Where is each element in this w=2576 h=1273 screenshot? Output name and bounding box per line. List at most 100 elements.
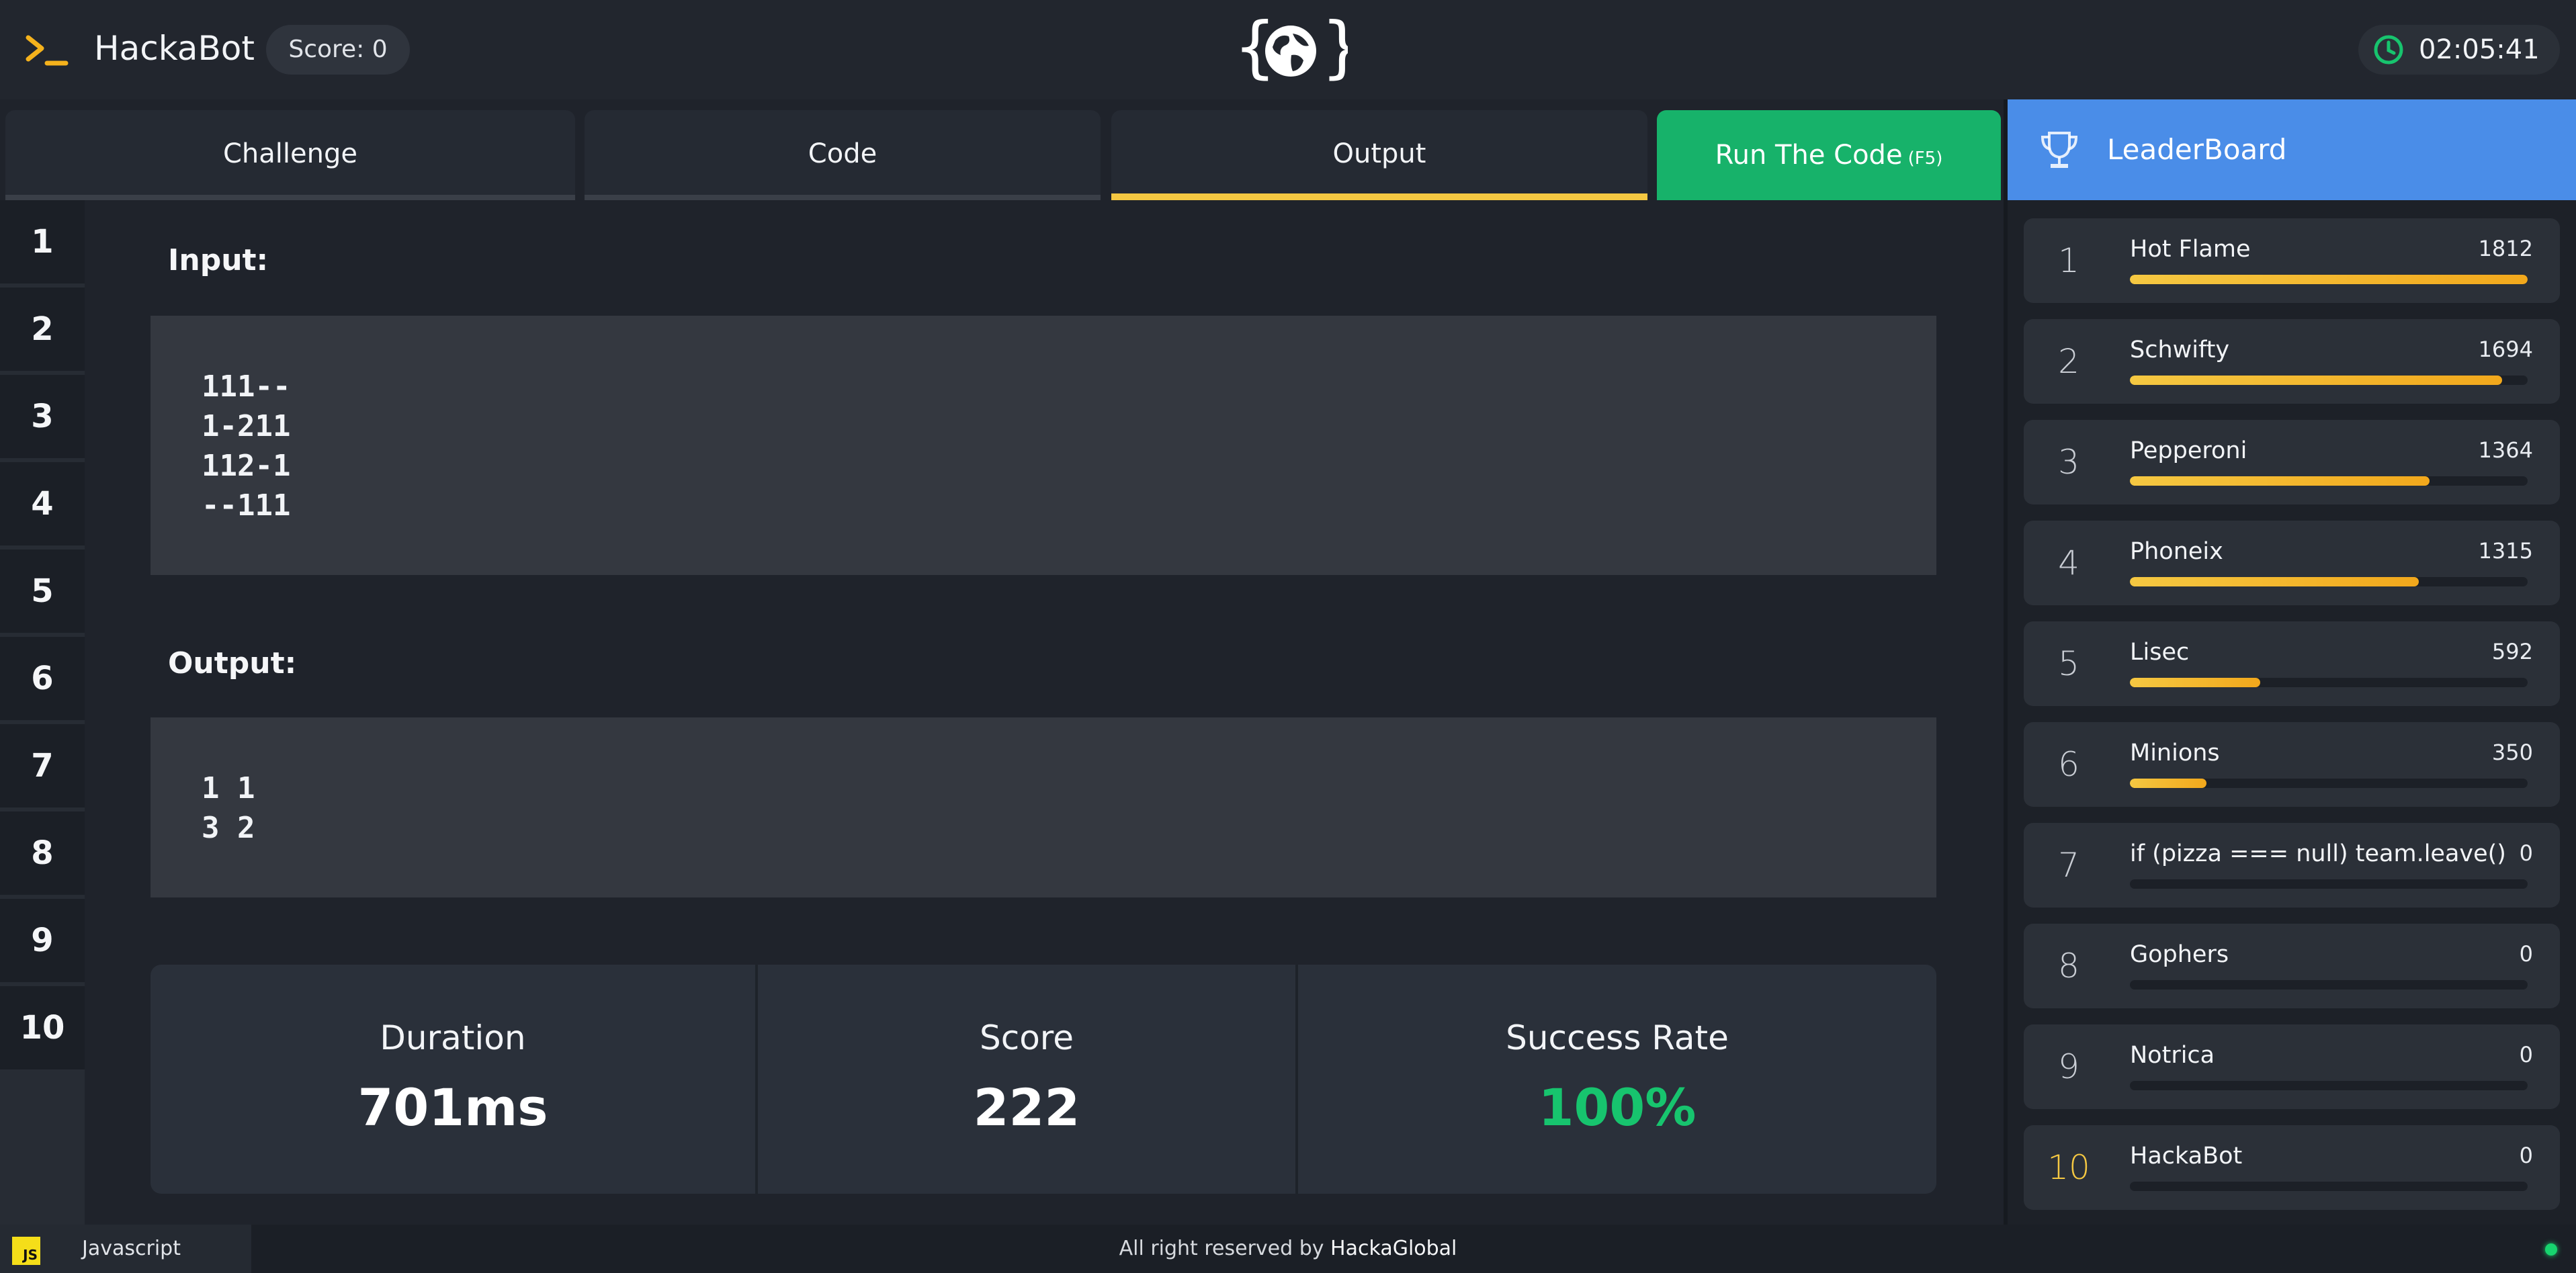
input-line: 1-211 <box>202 409 291 443</box>
input-line: 111-- <box>202 369 291 404</box>
leaderboard-progress-fill <box>2130 678 2260 687</box>
trophy-icon <box>2041 132 2078 168</box>
rail-item[interactable]: 2 <box>0 288 85 371</box>
leaderboard-row: 2 Schwifty 1694 <box>2024 319 2560 404</box>
top-bar: HackaBot Score: 0 { } 02:05:41 <box>0 0 2576 99</box>
leaderboard-header: LeaderBoard <box>2008 99 2576 200</box>
leaderboard-progress-bar <box>2130 980 2528 990</box>
leaderboard-progress-fill <box>2130 376 2502 385</box>
run-code-label: Run The Code <box>1715 140 1903 171</box>
leaderboard-score: 350 <box>2491 740 2533 765</box>
leaderboard-progress-fill <box>2130 577 2419 586</box>
run-code-button[interactable]: Run The Code (F5) <box>1657 110 2001 200</box>
tab-challenge[interactable]: Challenge <box>5 110 575 200</box>
leaderboard-progress-fill <box>2130 476 2430 486</box>
leaderboard-progress-bar <box>2130 476 2528 486</box>
timer: 02:05:41 <box>2358 25 2560 75</box>
leaderboard-row: 6 Minions 350 <box>2024 722 2560 807</box>
leaderboard-score: 1364 <box>2478 437 2533 463</box>
app-name: HackaBot <box>94 29 255 68</box>
leaderboard-rank: 10 <box>2047 1148 2090 1187</box>
leaderboard-score: 0 <box>2519 941 2533 967</box>
leaderboard-progress-bar <box>2130 678 2528 687</box>
leaderboard-team-name: HackaBot <box>2130 1143 2243 1170</box>
success-rate-value: 100% <box>1538 1078 1697 1137</box>
input-line: --111 <box>202 488 291 523</box>
leaderboard-rank: 3 <box>2058 443 2079 482</box>
leaderboard-rank: 2 <box>2058 342 2079 381</box>
run-code-shortcut: (F5) <box>1907 148 1943 169</box>
svg-text:}: } <box>1321 13 1348 86</box>
output-line: 1 1 <box>202 771 255 805</box>
success-rate-label: Success Rate <box>1506 1018 1729 1057</box>
leaderboard-team-name: Phoneix <box>2130 538 2223 565</box>
rail-item[interactable]: 1 <box>0 200 85 283</box>
rail-item[interactable]: 8 <box>0 811 85 895</box>
timer-value: 02:05:41 <box>2419 34 2540 65</box>
rail-item[interactable]: 3 <box>0 375 85 458</box>
duration-label: Duration <box>380 1018 526 1057</box>
leaderboard-row: 1 Hot Flame 1812 <box>2024 218 2560 303</box>
rail-item[interactable]: 10 <box>0 986 85 1069</box>
leaderboard-row: 3 Pepperoni 1364 <box>2024 420 2560 504</box>
leaderboard-progress-bar <box>2130 1081 2528 1090</box>
rail-item[interactable]: 5 <box>0 550 85 633</box>
leaderboard-rank: 1 <box>2058 241 2079 280</box>
duration-stat: Duration 701ms <box>151 965 755 1194</box>
copyright-prefix: All right reserved by <box>1119 1237 1331 1260</box>
clock-icon <box>2374 35 2403 64</box>
leaderboard-team-name: if (pizza === null) team.leave() <box>2130 840 2506 867</box>
leaderboard-title: LeaderBoard <box>2107 133 2287 166</box>
globe-braces-logo: { } <box>1234 13 1348 86</box>
leaderboard-row: 4 Phoneix 1315 <box>2024 521 2560 605</box>
input-line: 112-1 <box>202 449 291 483</box>
leaderboard-progress-bar <box>2130 879 2528 889</box>
terminal-prompt-icon <box>26 35 69 66</box>
result-stats: Duration 701ms Score 222 Success Rate 10… <box>151 965 1936 1194</box>
leaderboard-score: 1694 <box>2478 337 2533 362</box>
connection-status-icon <box>2545 1243 2557 1256</box>
leaderboard-row: 9 Notrica 0 <box>2024 1024 2560 1109</box>
success-rate-stat: Success Rate 100% <box>1298 965 1936 1194</box>
leaderboard-score: 1315 <box>2478 538 2533 564</box>
leaderboard-progress-bar <box>2130 376 2528 385</box>
leaderboard-rank: 7 <box>2058 846 2079 885</box>
leaderboard-progress-bar <box>2130 779 2528 788</box>
leaderboard-row: 5 Lisec 592 <box>2024 621 2560 706</box>
score-value: 222 <box>973 1078 1080 1137</box>
leaderboard-progress-fill <box>2130 779 2207 788</box>
input-label: Input: <box>168 243 269 277</box>
leaderboard-team-name: Gophers <box>2130 941 2229 968</box>
score-label: Score <box>979 1018 1074 1057</box>
leaderboard-rank: 8 <box>2058 947 2079 985</box>
challenge-rail: 1 2 3 4 5 6 7 8 9 10 <box>0 200 85 1225</box>
leaderboard-score: 0 <box>2519 840 2533 866</box>
leaderboard-rank: 9 <box>2058 1047 2079 1086</box>
output-box: 1 1 3 2 <box>151 717 1936 897</box>
leaderboard-score: 0 <box>2519 1143 2533 1168</box>
copyright-brand: HackaGlobal <box>1330 1237 1457 1260</box>
tab-code[interactable]: Code <box>585 110 1101 200</box>
leaderboard-team-name: Lisec <box>2130 639 2190 666</box>
leaderboard-rank: 4 <box>2058 543 2079 582</box>
leaderboard-rank: 6 <box>2058 745 2079 784</box>
duration-value: 701ms <box>357 1078 548 1137</box>
rail-item[interactable]: 6 <box>0 637 85 720</box>
leaderboard-progress-bar <box>2130 1182 2528 1191</box>
rail-item[interactable]: 4 <box>0 462 85 545</box>
leaderboard-team-name: Notrica <box>2130 1042 2215 1069</box>
leaderboard-team-name: Hot Flame <box>2130 236 2251 263</box>
rail-item[interactable]: 9 <box>0 899 85 982</box>
rail-item[interactable]: 7 <box>0 724 85 807</box>
status-bar: JS Javascript All right reserved by Hack… <box>0 1225 2576 1273</box>
tab-output[interactable]: Output <box>1111 110 1647 200</box>
leaderboard-row: 8 Gophers 0 <box>2024 924 2560 1008</box>
leaderboard-row: 7 if (pizza === null) team.leave() 0 <box>2024 823 2560 908</box>
output-label: Output: <box>168 646 297 681</box>
leaderboard-progress-bar <box>2130 275 2528 284</box>
leaderboard-row: 10 HackaBot 0 <box>2024 1125 2560 1210</box>
output-line: 3 2 <box>202 811 255 845</box>
leaderboard-progress-fill <box>2130 275 2528 284</box>
copyright-text: All right reserved by HackaGlobal <box>0 1225 2576 1273</box>
leaderboard-score: 592 <box>2491 639 2533 664</box>
